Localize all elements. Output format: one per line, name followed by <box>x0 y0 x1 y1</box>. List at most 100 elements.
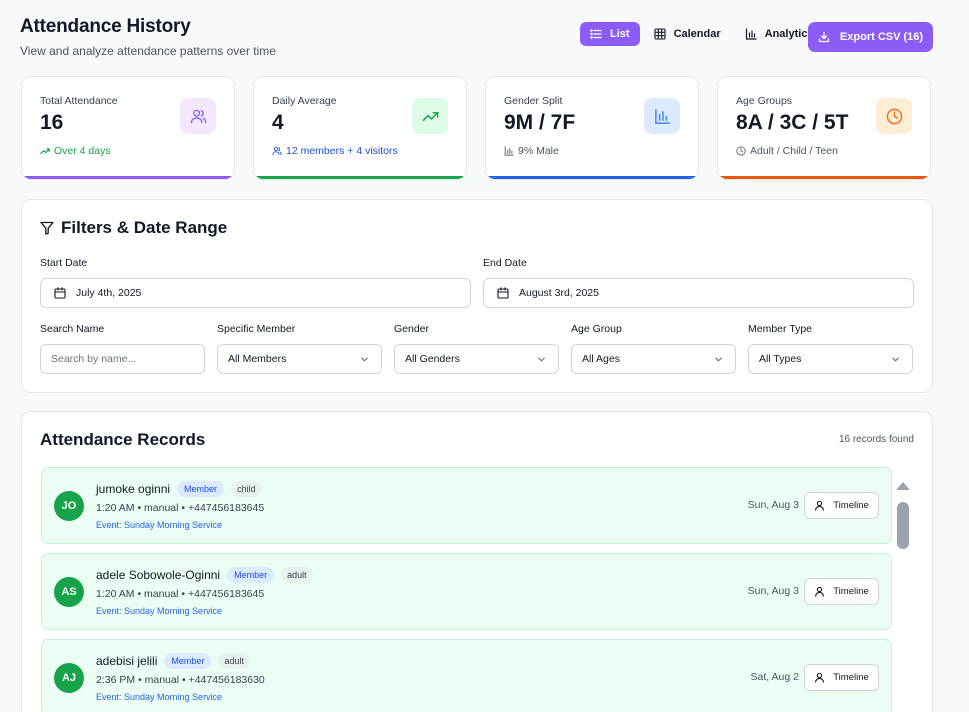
stat-foot-text: 12 members + 4 visitors <box>286 145 398 157</box>
timeline-button[interactable]: Timeline <box>804 664 879 691</box>
start-date-value: July 4th, 2025 <box>76 287 142 299</box>
bar-chart-icon <box>504 146 514 156</box>
user-icon <box>815 672 825 683</box>
gender-select[interactable]: All Genders <box>394 344 559 374</box>
chevron-down-icon <box>892 357 899 362</box>
search-name-field <box>40 344 205 374</box>
search-name-input[interactable] <box>51 353 194 365</box>
record-name-row: adebisi jelili Member adult <box>96 653 250 669</box>
chevron-down-icon <box>715 357 722 362</box>
attendance-record: JO jumoke oginni Member child 1:20 AM • … <box>41 467 892 544</box>
page-subtitle: View and analyze attendance patterns ove… <box>20 44 276 58</box>
filter-icon <box>40 221 54 235</box>
clock-icon <box>736 146 746 156</box>
record-event: Event: Sunday Morning Service <box>96 520 223 530</box>
age-group-badge: adult <box>281 567 313 583</box>
list-icon <box>590 29 602 39</box>
age-group-select[interactable]: All Ages <box>571 344 736 374</box>
view-toggle: List Calendar Analytics <box>580 22 824 46</box>
age-group-label: Age Group <box>571 323 622 335</box>
calendar-view-label: Calendar <box>673 28 721 40</box>
record-event: Event: Sunday Morning Service <box>96 692 223 702</box>
stat-foot: 9% Male <box>504 145 680 157</box>
stat-foot-text: 9% Male <box>518 145 559 157</box>
member-type-value: All Types <box>759 353 802 365</box>
stat-card-gender-split: Gender Split 9M / 7F 9% Male <box>485 76 699 180</box>
record-name: adebisi jelili <box>96 654 158 668</box>
timeline-button[interactable]: Timeline <box>804 492 879 519</box>
user-icon <box>815 586 825 597</box>
record-date: Sun, Aug 3 <box>747 499 799 511</box>
end-date-label: End Date <box>483 257 527 269</box>
end-date-value: August 3rd, 2025 <box>519 287 599 299</box>
bar-chart-icon <box>745 28 757 40</box>
filters-panel: Filters & Date Range Start Date July 4th… <box>21 199 933 393</box>
gender-label: Gender <box>394 323 430 335</box>
grid-icon <box>654 28 666 40</box>
age-group-badge: adult <box>218 653 250 669</box>
trending-up-icon <box>40 148 50 155</box>
timeline-label: Timeline <box>833 586 869 597</box>
stat-card-age-groups: Age Groups 8A / 3C / 5T Adult / Child / … <box>717 76 931 180</box>
stat-accent-bar <box>486 176 698 179</box>
end-date-picker[interactable]: August 3rd, 2025 <box>483 278 914 308</box>
users-icon <box>180 98 216 134</box>
record-name-row: jumoke oginni Member child <box>96 481 262 497</box>
member-type-select[interactable]: All Types <box>748 344 913 374</box>
stat-foot: Adult / Child / Teen <box>736 145 912 157</box>
timeline-button[interactable]: Timeline <box>804 578 879 605</box>
stat-foot: 12 members + 4 visitors <box>272 145 448 157</box>
specific-member-label: Specific Member <box>217 323 296 335</box>
member-type-badge: Member <box>227 567 275 583</box>
users-icon <box>272 146 282 156</box>
stat-accent-bar <box>254 176 466 179</box>
bar-chart-icon <box>644 98 680 134</box>
download-icon <box>818 31 830 43</box>
record-name-row: adele Sobowole-Oginni Member adult <box>96 567 313 583</box>
calendar-icon <box>54 287 66 299</box>
member-type-label: Member Type <box>748 323 812 335</box>
attendance-record: AS adele Sobowole-Oginni Member adult 1:… <box>41 553 892 630</box>
timeline-label: Timeline <box>833 672 869 683</box>
gender-value: All Genders <box>405 353 460 365</box>
list-view-label: List <box>610 28 630 40</box>
scrollbar-thumb[interactable] <box>897 502 909 549</box>
age-group-value: All Ages <box>582 353 620 365</box>
filters-title: Filters & Date Range <box>40 218 227 238</box>
record-name: jumoke oginni <box>96 482 171 496</box>
page-title: Attendance History <box>20 16 191 37</box>
age-group-badge: child <box>231 481 262 497</box>
start-date-picker[interactable]: July 4th, 2025 <box>40 278 471 308</box>
calendar-view-button[interactable]: Calendar <box>644 22 731 46</box>
user-icon <box>815 500 825 511</box>
record-meta: 1:20 AM • manual • +447456183645 <box>96 588 265 600</box>
scroll-up-arrow[interactable] <box>895 480 911 492</box>
stat-foot: Over 4 days <box>40 145 216 157</box>
avatar: AS <box>54 577 84 607</box>
specific-member-select[interactable]: All Members <box>217 344 382 374</box>
member-type-badge: Member <box>177 481 225 497</box>
specific-member-value: All Members <box>228 353 287 365</box>
start-date-label: Start Date <box>40 257 88 269</box>
chevron-down-icon <box>361 357 368 362</box>
avatar: JO <box>54 491 84 521</box>
export-csv-button[interactable]: Export CSV (16) <box>808 22 933 52</box>
records-count: 16 records found <box>838 434 914 445</box>
list-view-button[interactable]: List <box>580 22 640 46</box>
record-date: Sat, Aug 2 <box>750 671 799 683</box>
records-title: Attendance Records <box>40 430 206 449</box>
search-name-label: Search Name <box>40 323 105 335</box>
member-type-badge: Member <box>164 653 212 669</box>
export-csv-label: Export CSV (16) <box>839 31 924 43</box>
stat-card-daily-average: Daily Average 4 12 members + 4 visitors <box>253 76 467 180</box>
record-name: adele Sobowole-Oginni <box>96 568 221 582</box>
clock-icon <box>876 98 912 134</box>
analytics-view-label: Analytics <box>764 28 814 40</box>
chevron-down-icon <box>538 357 545 362</box>
record-meta: 2:36 PM • manual • +447456183630 <box>96 674 265 686</box>
stats-row: Total Attendance 16 Over 4 days Daily Av… <box>21 76 931 180</box>
filters-title-text: Filters & Date Range <box>61 218 228 237</box>
stat-card-total-attendance: Total Attendance 16 Over 4 days <box>21 76 235 180</box>
timeline-label: Timeline <box>833 500 869 511</box>
stat-accent-bar <box>22 176 234 179</box>
